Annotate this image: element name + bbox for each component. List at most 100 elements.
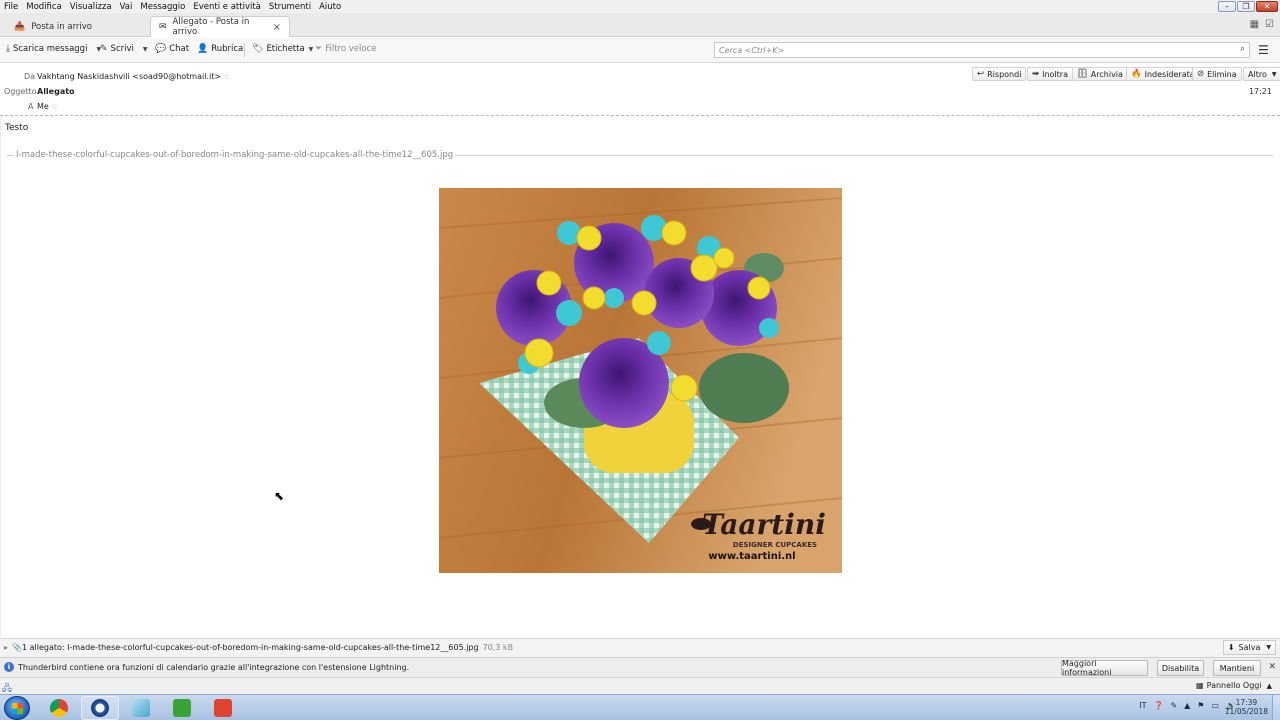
flag-icon[interactable]: ⚑ — [1197, 701, 1204, 710]
from-address: Vakhtang Naskidashvili <soad90@hotmail.i… — [37, 72, 222, 81]
quick-filter-button[interactable]: ⏷ Filtro veloce — [315, 44, 376, 54]
attachment-bar-label[interactable]: ▸ 📎1 allegato: I-made-these-colorful-cupc… — [4, 643, 513, 652]
menu-tools[interactable]: Strumenti — [265, 2, 315, 12]
search-icon[interactable]: ⌕ — [1240, 44, 1245, 54]
quick-filter-label: Filtro veloce — [325, 44, 377, 54]
search-input[interactable]: Cerca <Ctrl+K> ⌕ — [714, 42, 1250, 58]
get-messages-button[interactable]: ⤓ Scarica messaggi ▼ — [6, 44, 101, 54]
junk-icon: 🔥 — [1131, 69, 1142, 79]
taskbar-camtasia-green[interactable] — [163, 696, 201, 720]
pencil-icon: ✎ — [100, 44, 108, 54]
window-controls: – ❐ ✕ — [1218, 1, 1278, 12]
attachment-bar-text: 1 allegato: I-made-these-colorful-cupcak… — [21, 643, 479, 652]
network-icon[interactable]: ▭ — [1211, 701, 1219, 710]
attachment-bar[interactable]: ▸ 📎1 allegato: I-made-these-colorful-cupc… — [0, 638, 1280, 657]
tag-icon: 🏷 — [252, 44, 264, 54]
help-icon[interactable]: ❓ — [1153, 701, 1163, 710]
inline-attachment-name: I-made-these-colorful-cupcakes-out-of-bo… — [14, 150, 456, 160]
taskbar-clock[interactable]: 17:39 11/05/2018 — [1225, 698, 1268, 716]
chevron-down-icon[interactable]: ▼ — [143, 46, 148, 53]
delete-button[interactable]: ⊘ Elimina — [1192, 67, 1242, 81]
to-value[interactable]: Me ☆ — [37, 102, 58, 111]
show-hidden-icons-icon[interactable]: ▲ — [1184, 701, 1190, 710]
attachment-size: 70,3 kB — [482, 643, 514, 652]
taskbar-app-document[interactable] — [122, 696, 160, 720]
toolbar-separator — [244, 43, 245, 57]
menu-go[interactable]: Vai — [116, 2, 137, 12]
close-notification-icon[interactable]: ✕ — [1268, 662, 1276, 672]
envelope-icon: ✉ — [159, 22, 167, 32]
star-icon[interactable]: ☆ — [51, 102, 58, 111]
minimize-button[interactable]: – — [1218, 1, 1236, 12]
write-label: Scrivi — [110, 44, 134, 54]
forward-icon: ➡ — [1032, 69, 1040, 79]
menu-edit[interactable]: Modifica — [22, 2, 66, 12]
restore-button[interactable]: ❐ — [1237, 1, 1255, 12]
chrome-icon — [50, 699, 68, 717]
watermark-tagline: DESIGNER CUPCAKES — [733, 541, 817, 549]
menu-view[interactable]: Visualizza — [66, 2, 116, 12]
show-desktop-button[interactable] — [1272, 695, 1280, 720]
junk-button[interactable]: 🔥 Indesiderata — [1126, 67, 1200, 81]
more-label: Altro — [1248, 69, 1267, 79]
tag-button[interactable]: 🏷 Etichetta ▼ — [252, 44, 313, 54]
more-info-button[interactable]: Maggiori informazioni — [1061, 659, 1148, 677]
calendar-icon[interactable]: ▦ — [1250, 19, 1259, 30]
subject-value: Allegato — [37, 87, 75, 96]
menu-help[interactable]: Aiuto — [315, 2, 345, 12]
language-indicator[interactable]: IT — [1139, 701, 1146, 710]
address-book-label: Rubrica — [211, 44, 244, 54]
chat-button[interactable]: 💬 Chat — [155, 44, 189, 54]
get-messages-label: Scarica messaggi — [12, 44, 88, 54]
pen-icon[interactable]: ✎ — [1170, 701, 1177, 710]
delete-icon: ⊘ — [1197, 69, 1205, 79]
app-menu-icon[interactable]: ☰ — [1258, 43, 1269, 57]
keep-button[interactable]: Mantieni — [1213, 660, 1261, 676]
to-label: A — [28, 102, 34, 111]
taskbar-thunderbird[interactable] — [81, 696, 119, 720]
reply-button[interactable]: ↩ Rispondi — [972, 67, 1027, 81]
menu-file[interactable]: File — [0, 2, 22, 12]
tab-inbox[interactable]: 📥 Posta in arrivo — [6, 16, 146, 37]
message-time: 17:21 — [1248, 87, 1272, 96]
inbox-icon: 📥 — [14, 21, 26, 32]
forward-button[interactable]: ➡ Inoltra — [1027, 67, 1073, 81]
body-text: Testo — [5, 123, 29, 133]
disable-button[interactable]: Disabilita — [1157, 660, 1204, 676]
notification-message: Thunderbird contiene ora funzioni di cal… — [18, 663, 410, 672]
camtasia-recorder-icon — [173, 699, 191, 717]
menu-events[interactable]: Eventi e attività — [189, 2, 265, 12]
more-button[interactable]: Altro ▼ — [1243, 67, 1280, 81]
archive-label: Archivia — [1090, 69, 1123, 79]
chat-bubble-icon: 💬 — [155, 44, 167, 54]
start-button[interactable] — [4, 696, 30, 720]
save-attachment-button[interactable]: ⬇ Salva ▼ — [1222, 640, 1276, 655]
tasks-icon[interactable]: ☑ — [1265, 19, 1274, 30]
taskbar-camtasia-red[interactable] — [204, 696, 242, 720]
menu-message[interactable]: Messaggio — [136, 2, 189, 12]
chevron-down-icon[interactable]: ▼ — [1266, 644, 1271, 651]
forward-label: Inoltra — [1042, 69, 1068, 79]
paperclip-icon: 📎 — [12, 643, 22, 652]
taskbar-chrome[interactable] — [40, 696, 78, 720]
tab-attachment[interactable]: ✉ Allegato - Posta in arrivo × — [150, 16, 290, 37]
star-icon[interactable]: ☆ — [223, 72, 230, 81]
today-pane-toggle[interactable]: ▦ Pannello Oggi ▲ — [1196, 681, 1272, 690]
close-tab-icon[interactable]: × — [273, 22, 281, 33]
status-bar: 🖧 ▦ Pannello Oggi ▲ — [0, 677, 1280, 694]
search-placeholder: Cerca <Ctrl+K> — [719, 45, 785, 55]
from-value[interactable]: Vakhtang Naskidashvili <soad90@hotmail.i… — [37, 72, 230, 81]
download-icon: ⤓ — [6, 44, 10, 54]
address-book-button[interactable]: 👤 Rubrica — [197, 44, 243, 54]
windows-taskbar: IT ❓ ✎ ▲ ⚑ ▭ 🔊 17:39 11/05/2018 — [0, 694, 1280, 720]
today-pane-label: Pannello Oggi — [1206, 681, 1262, 690]
cupcake-photo[interactable]: Taartini DESIGNER CUPCAKES www.taartini.… — [439, 188, 842, 573]
write-button[interactable]: ✎ Scrivi ▼ — [100, 44, 148, 54]
clock-date: 11/05/2018 — [1224, 707, 1268, 716]
expand-triangle-icon[interactable]: ▸ — [4, 643, 8, 652]
notification-bar: i Thunderbird contiene ora funzioni di c… — [0, 657, 1280, 677]
document-app-icon — [132, 699, 150, 717]
archive-button[interactable]: 🗄 Archivia — [1072, 67, 1128, 81]
tab-attachment-label: Allegato - Posta in arrivo — [172, 17, 250, 37]
close-window-button[interactable]: ✕ — [1256, 1, 1278, 12]
